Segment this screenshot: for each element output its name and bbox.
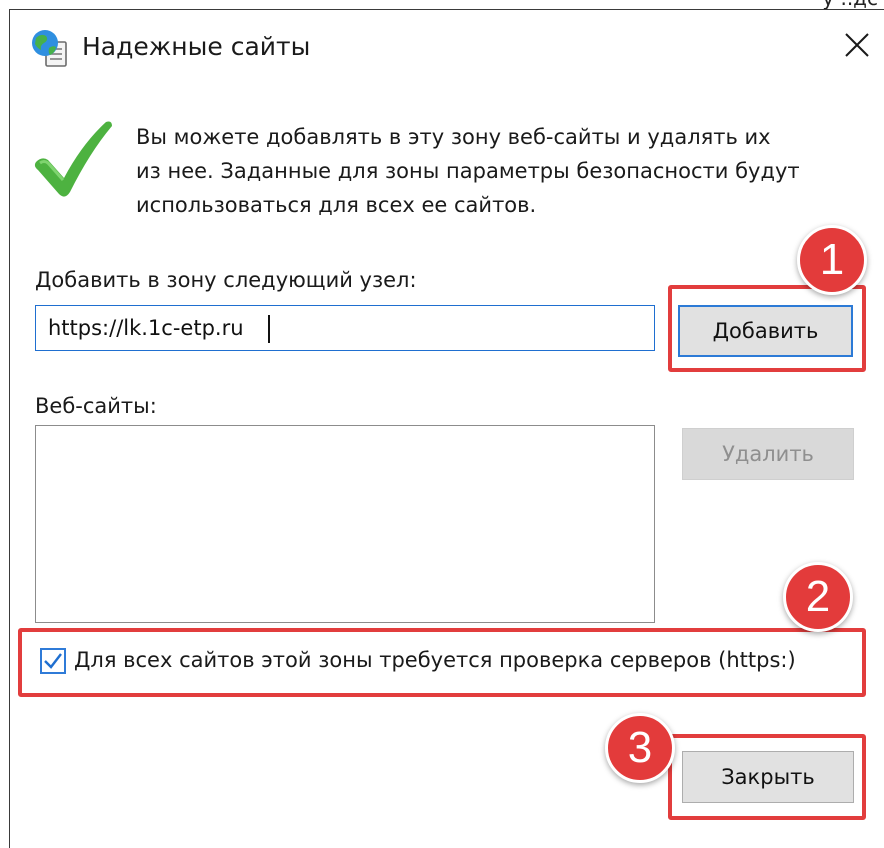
websites-list[interactable] (35, 425, 655, 623)
site-url-input[interactable] (35, 305, 655, 351)
dialog-title: Надежные сайты (82, 32, 311, 61)
close-icon[interactable] (842, 30, 872, 60)
remove-button[interactable]: Удалить (682, 428, 854, 480)
step-badge-2: 2 (783, 562, 853, 632)
top-strip: у ..дс (0, 0, 884, 10)
step-badge-1: 1 (797, 225, 867, 295)
description: Вы можете добавлять в эту зону веб-сайты… (136, 120, 856, 222)
title-bar: Надежные сайты (10, 10, 884, 86)
checkmark-icon (34, 121, 112, 197)
description-line: Вы можете добавлять в эту зону веб-сайты… (136, 125, 771, 149)
highlight-frame-checkbox (18, 628, 866, 697)
websites-label: Веб-сайты: (35, 394, 157, 418)
text-caret (268, 315, 270, 343)
step-badge-3: 3 (605, 713, 675, 783)
highlight-frame-close (668, 734, 866, 820)
description-line: из нее. Заданные для зоны параметры безо… (136, 159, 800, 183)
highlight-frame-add (668, 285, 866, 372)
description-line: использоваться для всех ее сайтов. (136, 193, 537, 217)
globe-page-icon (32, 30, 67, 67)
add-zone-label: Добавить в зону следующий узел: (35, 268, 417, 292)
